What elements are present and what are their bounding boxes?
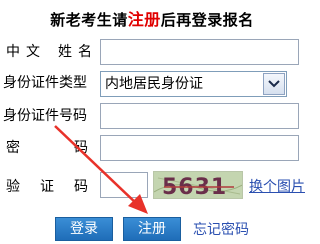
captcha-label: 验 证 码	[6, 179, 88, 195]
captcha-input[interactable]	[100, 172, 148, 198]
title-suffix: 后再登录报名	[160, 11, 254, 29]
page-title: 新老考生请注册后再登录报名	[0, 6, 304, 30]
chevron-down-icon[interactable]	[263, 73, 285, 95]
login-button[interactable]: 登录	[55, 217, 113, 241]
idtype-value: 内地居民身份证	[105, 76, 203, 92]
title-prefix: 新老考生请	[50, 11, 128, 29]
register-button[interactable]: 注册	[123, 217, 181, 241]
captcha-image[interactable]: 5631	[153, 171, 243, 199]
idtype-label: 身份证件类型	[3, 75, 87, 91]
idnum-label: 身份证件号码	[3, 108, 87, 124]
name-label: 中 文 姓 名	[6, 44, 92, 60]
name-input[interactable]	[100, 39, 299, 65]
password-input[interactable]	[100, 135, 299, 161]
idnum-input[interactable]	[100, 103, 299, 129]
password-label: 密 码	[6, 140, 88, 156]
forgot-password-link[interactable]: 忘记密码	[193, 219, 249, 239]
refresh-captcha-link[interactable]: 换个图片	[249, 176, 305, 196]
title-highlight: 注册	[127, 10, 161, 29]
idtype-select[interactable]: 内地居民身份证	[100, 71, 287, 97]
